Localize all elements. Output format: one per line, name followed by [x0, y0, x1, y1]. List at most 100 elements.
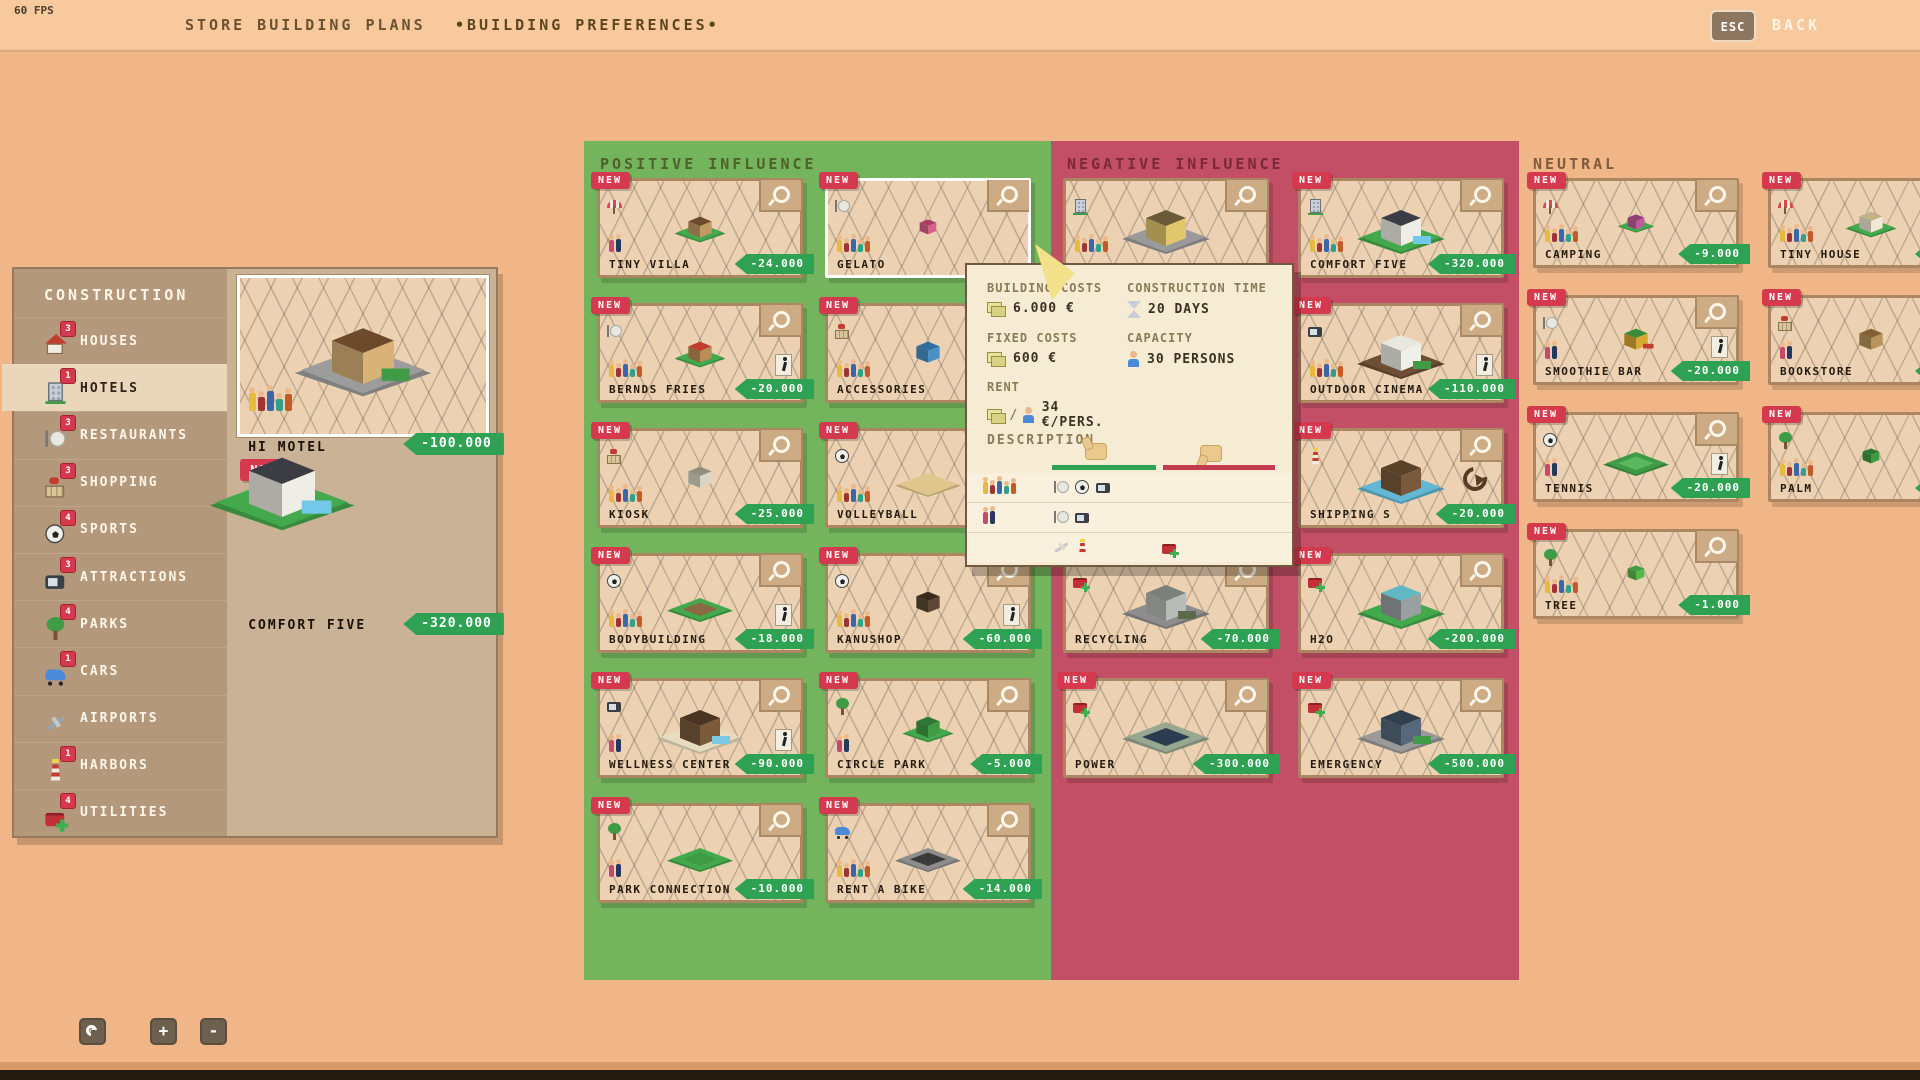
building-card-h2o[interactable]: NEWH2O-200.000 — [1298, 553, 1504, 653]
building-sprite — [908, 214, 948, 239]
utilities-icon — [1161, 539, 1178, 556]
magnify-button[interactable] — [759, 180, 801, 212]
building-card-recycling[interactable]: NEWRECYCLING-70.000 — [1063, 553, 1269, 653]
magnify-button[interactable] — [1225, 680, 1267, 712]
building-card-emergency[interactable]: NEWEMERGENCY-500.000 — [1298, 678, 1504, 778]
description-row — [967, 502, 1292, 532]
card-name: CAMPING — [1545, 248, 1602, 261]
building-card-tiny-house[interactable]: NEWTINY HOUSE — [1768, 178, 1920, 268]
magnify-button[interactable] — [1695, 180, 1737, 212]
sidebar-item-attractions[interactable]: 3ATTRACTIONS — [14, 553, 227, 600]
magnify-button[interactable] — [759, 805, 801, 837]
building-card-kanushop[interactable]: NEWKANUSHOP-60.000 — [825, 553, 1031, 653]
new-badge: NEW — [1762, 289, 1801, 306]
building-card-bookstore[interactable]: NEWBOOKSTORE — [1768, 295, 1920, 385]
building-card-wellness-center[interactable]: NEWWELLNESS CENTER-90.000 — [597, 678, 803, 778]
magnify-button[interactable] — [1225, 180, 1267, 212]
magnify-button[interactable] — [1695, 414, 1737, 446]
magnify-button[interactable] — [1460, 555, 1502, 587]
building-card-kiosk[interactable]: NEWKIOSK-25.000 — [597, 428, 803, 528]
building-card-tree[interactable]: NEWTREE-1.000 — [1533, 529, 1739, 619]
magnifier-icon — [1239, 686, 1256, 703]
building-card-rent-a-bike[interactable]: NEWRENT A BIKE-14.000 — [825, 803, 1031, 903]
price-ribbon: -14.000 — [963, 879, 1042, 899]
people-group-icon — [837, 864, 870, 877]
magnifier-icon — [1001, 811, 1018, 828]
building-card-palm[interactable]: NEWPALM — [1768, 412, 1920, 502]
building-card-shipping-s[interactable]: NEWSHIPPING S-20.000 — [1298, 428, 1504, 528]
magnify-button[interactable] — [1460, 430, 1502, 462]
magnify-button[interactable] — [987, 805, 1029, 837]
magnify-button[interactable] — [1460, 680, 1502, 712]
esc-key-button[interactable]: ESC — [1710, 10, 1756, 42]
golfer-icon — [775, 729, 792, 751]
card-name: VOLLEYBALL — [837, 508, 918, 521]
sidebar-item-cars[interactable]: 1CARS — [14, 647, 227, 694]
people-group-icon — [837, 739, 849, 752]
plan-card-hi-motel[interactable] — [237, 275, 489, 437]
rent: RENT /34 €/PERS. — [987, 380, 1127, 430]
building-card-park-connection-ii[interactable]: NEWPARK CONNECTION II-10.000 — [597, 803, 803, 903]
magnify-button[interactable] — [759, 555, 801, 587]
zoom-out-button[interactable]: - — [200, 1018, 227, 1045]
magnify-button[interactable] — [987, 180, 1029, 212]
price-ribbon: -200.000 — [1428, 629, 1515, 649]
card-name: TREE — [1545, 599, 1578, 612]
sidebar-item-label: HOUSES — [80, 334, 139, 349]
people-group-icon — [837, 239, 870, 252]
magnify-button[interactable] — [987, 680, 1029, 712]
building-card-bodybuilding[interactable]: NEWBODYBUILDING-18.000 — [597, 553, 803, 653]
magnify-button[interactable] — [1460, 180, 1502, 212]
building-card-tennis[interactable]: NEWTENNIS-20.000 — [1533, 412, 1739, 502]
sidebar-item-parks[interactable]: 4PARKS — [14, 600, 227, 647]
new-badge: NEW — [1527, 172, 1566, 189]
building-card-tiny-villa[interactable]: NEWTINY VILLA-24.000 — [597, 178, 803, 278]
new-badge: NEW — [819, 297, 858, 314]
sidebar-item-sports[interactable]: 4SPORTS — [14, 506, 227, 553]
building-card-power[interactable]: NEWPOWER-300.000 — [1063, 678, 1269, 778]
people-group-icon — [609, 739, 621, 752]
utilities-icon — [1307, 573, 1324, 590]
magnify-button[interactable] — [1695, 297, 1737, 329]
magnify-button[interactable] — [1460, 305, 1502, 337]
back-button[interactable]: BACK — [1772, 0, 1820, 50]
new-badge: NEW — [1762, 406, 1801, 423]
building-card-circle-park[interactable]: NEWCIRCLE PARK-5.000 — [825, 678, 1031, 778]
building-card-comfort-five[interactable]: NEWCOMFORT FIVE-320.000 — [1298, 178, 1504, 278]
sidebar-item-harbors[interactable]: 1HARBORS — [14, 742, 227, 789]
price-ribbon: -500.000 — [1428, 754, 1515, 774]
magnify-button[interactable] — [759, 305, 801, 337]
parks-icon — [834, 698, 851, 715]
tab-store-building-plans[interactable]: STORE BUILDING PLANS — [185, 0, 426, 50]
sidebar-item-hotels[interactable]: 1HOTELS — [2, 364, 227, 411]
magnify-button[interactable] — [1695, 531, 1737, 563]
rotate-button[interactable] — [79, 1018, 106, 1045]
card-name: WELLNESS CENTER — [609, 758, 731, 771]
magnify-button[interactable] — [759, 680, 801, 712]
building-card-smoothie-bar[interactable]: NEWSMOOTHIE BAR-20.000 — [1533, 295, 1739, 385]
building-sprite — [1608, 321, 1664, 356]
fps-counter: 60 FPS — [14, 4, 54, 17]
person-icon — [1127, 351, 1140, 367]
description-rows — [967, 473, 1292, 562]
building-card-bernds-fries[interactable]: NEWBERNDS FRIES-20.000 — [597, 303, 803, 403]
sidebar-item-label: SPORTS — [80, 522, 139, 537]
building-card-outdoor-cinema[interactable]: NEWOUTDOOR CINEMA-110.000 — [1298, 303, 1504, 403]
restaurants-icon — [44, 428, 67, 451]
attractions-icon — [606, 698, 623, 715]
dislikes-bar — [1163, 465, 1275, 470]
tab-building-preferences[interactable]: •BUILDING PREFERENCES• — [455, 0, 720, 50]
sidebar-item-airports[interactable]: AIRPORTS — [14, 695, 227, 742]
people-group-icon — [983, 481, 1053, 494]
sidebar-item-restaurants[interactable]: 3RESTAURANTS — [14, 411, 227, 458]
sidebar-item-utilities[interactable]: 4UTILITIES — [14, 789, 227, 836]
sidebar-item-houses[interactable]: 3HOUSES — [14, 317, 227, 364]
magnifier-icon — [773, 561, 790, 578]
magnify-button[interactable] — [759, 430, 801, 462]
zoom-in-button[interactable]: + — [150, 1018, 177, 1045]
price-ribbon: -10.000 — [735, 879, 814, 899]
money-icon — [987, 301, 1006, 316]
plan-name: COMFORT FIVE — [248, 618, 366, 633]
sidebar-item-shopping[interactable]: 3SHOPPING — [14, 459, 227, 506]
building-card-camping[interactable]: NEWCAMPING-9.000 — [1533, 178, 1739, 268]
